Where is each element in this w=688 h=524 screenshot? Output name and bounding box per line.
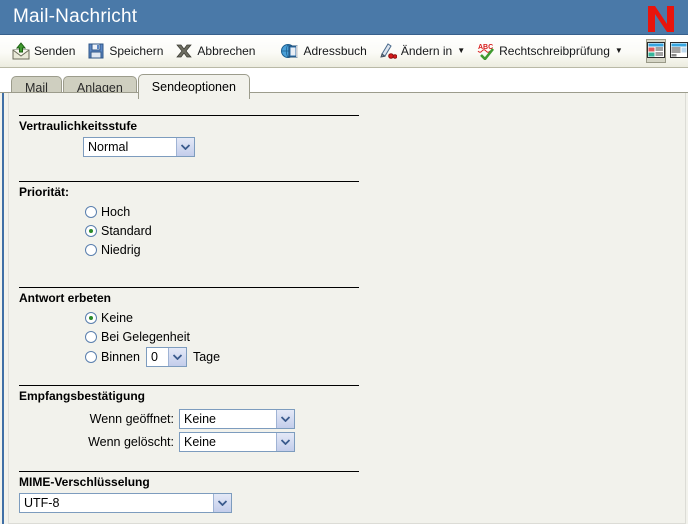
radio-icon[interactable] — [85, 311, 97, 324]
mime-encoding-title: MIME-Verschlüsselung — [19, 475, 150, 489]
mime-encoding-value: UTF-8 — [24, 496, 60, 510]
send-envelope-icon — [12, 42, 30, 60]
priority-option-niedrig[interactable]: Niedrig — [85, 240, 359, 259]
chevron-down-icon[interactable] — [213, 494, 231, 512]
priority-option-hoch[interactable]: Hoch — [85, 202, 359, 221]
spellcheck-button-label: Rechtschreibprüfung — [499, 44, 610, 58]
section-divider — [19, 471, 359, 472]
address-book-button-label: Adressbuch — [303, 44, 367, 58]
reply-option-binnen[interactable]: Binnen 0 Tage — [85, 346, 359, 368]
chevron-down-icon[interactable] — [276, 432, 294, 451]
radio-icon[interactable] — [85, 243, 97, 256]
title-bar: Mail-Nachricht — [0, 0, 688, 35]
floppy-disk-icon — [87, 42, 105, 60]
chevron-down-icon[interactable] — [276, 409, 294, 428]
priority-section: Priorität: Hoch Standard Niedrig — [19, 181, 359, 259]
view-layout-top-button[interactable] — [669, 39, 688, 63]
radio-icon[interactable] — [85, 351, 97, 363]
reply-days-value: 0 — [150, 350, 158, 364]
chevron-down-icon[interactable] — [176, 138, 194, 156]
priority-option-standard[interactable]: Standard — [85, 221, 359, 240]
tab-sendeoptionen[interactable]: Sendeoptionen — [137, 74, 250, 99]
radio-icon[interactable] — [85, 330, 97, 343]
return-notification-section: Empfangsbestätigung Wenn geöffnet: Keine… — [19, 385, 359, 453]
mime-encoding-section: MIME-Verschlüsselung UTF-8 — [19, 471, 359, 513]
return-notification-row-opened: Wenn geöffnet: Keine — [19, 407, 359, 430]
deleted-label: Wenn gelöscht: — [88, 434, 174, 449]
return-notification-title: Empfangsbestätigung — [19, 389, 146, 403]
address-book-icon — [281, 42, 299, 60]
radio-icon[interactable] — [85, 205, 97, 218]
priority-title: Priorität: — [19, 185, 70, 199]
change-to-button-label: Ändern in — [400, 44, 453, 58]
options-form: Vertraulichkeitsstufe Normal Priorität: — [8, 93, 686, 524]
mail-message-window: Mail-Nachricht Senden Speichern Abbreche… — [0, 0, 688, 524]
mime-encoding-select[interactable]: UTF-8 — [19, 493, 232, 513]
section-divider — [19, 385, 359, 386]
send-button-label: Senden — [34, 44, 76, 58]
change-to-icon — [379, 42, 398, 60]
reply-requested-title: Antwort erbeten — [19, 291, 112, 305]
view-layout-left-button[interactable] — [645, 39, 666, 63]
save-button[interactable]: Speichern — [81, 38, 169, 64]
reply-option-bei-gelegenheit-label: Bei Gelegenheit — [101, 329, 190, 344]
send-options-panel: Vertraulichkeitsstufe Normal Priorität: — [0, 92, 688, 524]
section-divider — [19, 287, 359, 288]
reply-option-bei-gelegenheit[interactable]: Bei Gelegenheit — [85, 327, 359, 346]
accent-bar — [2, 93, 4, 524]
confidentiality-section: Vertraulichkeitsstufe Normal — [19, 115, 359, 157]
spellcheck-abc-icon: ABC — [477, 42, 495, 61]
reply-option-keine-label: Keine — [101, 310, 133, 325]
return-notification-row-deleted: Wenn gelöscht: Keine — [19, 430, 359, 453]
address-book-button[interactable]: Adressbuch — [275, 38, 372, 64]
send-button[interactable]: Senden — [6, 38, 81, 64]
save-button-label: Speichern — [109, 44, 164, 58]
opened-value: Keine — [184, 411, 216, 426]
deleted-select[interactable]: Keine — [179, 431, 295, 452]
cancel-button[interactable]: Abbrechen — [169, 38, 261, 64]
confidentiality-title: Vertraulichkeitsstufe — [19, 119, 138, 133]
section-divider — [19, 181, 359, 182]
cancel-x-icon — [175, 42, 193, 60]
reply-days-suffix: Tage — [192, 350, 221, 364]
reply-days-select[interactable]: 0 — [145, 347, 187, 367]
cancel-button-label: Abbrechen — [197, 44, 256, 58]
view-layout-left-icon — [646, 41, 665, 61]
toolbar: Senden Speichern Abbrechen Adressbuch Än… — [0, 35, 688, 68]
confidentiality-value: Normal — [88, 140, 129, 154]
spellcheck-button[interactable]: ABC Rechtschreibprüfung ▼ — [471, 38, 629, 64]
opened-select[interactable]: Keine — [179, 408, 295, 429]
priority-option-standard-label: Standard — [101, 223, 152, 238]
priority-option-hoch-label: Hoch — [101, 204, 131, 219]
chevron-down-icon[interactable] — [167, 348, 186, 366]
chevron-down-icon[interactable]: ▼ — [457, 47, 465, 55]
deleted-value: Keine — [184, 434, 216, 449]
section-divider — [19, 115, 359, 116]
novell-n-logo — [648, 6, 674, 32]
reply-option-binnen-label: Binnen — [101, 350, 140, 364]
window-title: Mail-Nachricht — [13, 6, 138, 27]
priority-option-niedrig-label: Niedrig — [101, 242, 141, 257]
opened-label: Wenn geöffnet: — [89, 411, 174, 426]
change-to-button[interactable]: Ändern in ▼ — [373, 38, 471, 64]
confidentiality-select[interactable]: Normal — [83, 137, 195, 157]
chevron-down-icon[interactable]: ▼ — [615, 47, 623, 55]
reply-option-keine[interactable]: Keine — [85, 308, 359, 327]
reply-requested-section: Antwort erbeten Keine Bei Gelegenheit Bi… — [19, 287, 359, 368]
view-layout-top-icon — [669, 41, 688, 61]
radio-icon[interactable] — [85, 224, 97, 237]
